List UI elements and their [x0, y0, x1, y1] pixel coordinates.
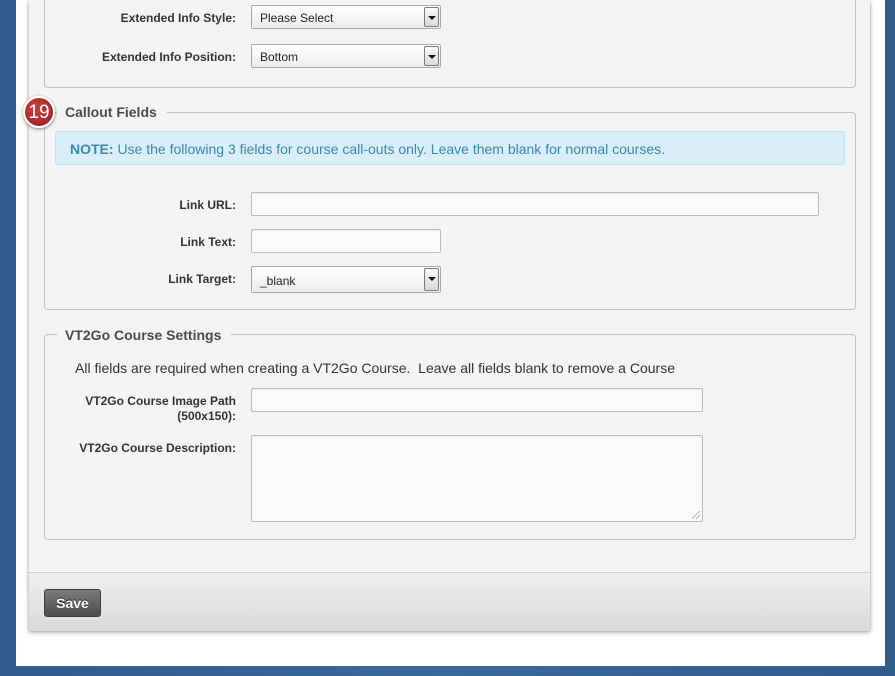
chevron-down-icon — [424, 46, 439, 66]
link-url-label: Link URL: — [179, 198, 236, 212]
vt2go-image-path-input[interactable] — [251, 388, 703, 412]
vt2go-image-path-label-line2: (500x150): — [177, 409, 236, 423]
link-target-label: Link Target: — [168, 272, 236, 286]
extended-info-style-value: Please Select — [260, 11, 334, 25]
step-number-badge: 19 — [23, 96, 55, 128]
link-text-label: Link Text: — [180, 235, 236, 249]
chevron-down-icon — [424, 7, 439, 27]
link-url-input[interactable] — [251, 192, 819, 216]
link-text-input[interactable] — [251, 229, 441, 253]
note-prefix: NOTE: — [70, 141, 114, 157]
callout-note: NOTE: Use the following 3 fields for cou… — [55, 131, 845, 165]
callout-legend: Callout Fields — [57, 104, 167, 120]
form-footer: Save — [29, 572, 870, 631]
save-button[interactable]: Save — [44, 589, 101, 617]
vt2go-info-text: All fields are required when creating a … — [75, 360, 675, 376]
extended-info-position-value: Bottom — [260, 50, 299, 64]
chevron-down-icon — [424, 268, 439, 291]
vt2go-image-path-label: VT2Go Course Image Path (500x150): — [60, 394, 236, 424]
link-target-value: _blank — [260, 274, 296, 288]
vt2go-description-textarea[interactable] — [251, 435, 703, 522]
vt2go-image-path-label-line1: VT2Go Course Image Path — [85, 394, 236, 408]
extended-info-position-label: Extended Info Position: — [102, 50, 236, 64]
extended-info-position-select[interactable]: Bottom — [251, 44, 441, 68]
extended-info-style-label: Extended Info Style: — [120, 11, 236, 25]
vt2go-legend: VT2Go Course Settings — [57, 327, 232, 343]
vt2go-description-label: VT2Go Course Description: — [79, 441, 236, 455]
note-text: Use the following 3 fields for course ca… — [113, 141, 666, 157]
link-target-select[interactable]: _blank — [251, 266, 441, 293]
extended-info-style-select[interactable]: Please Select — [251, 5, 441, 29]
resize-handle-icon[interactable] — [692, 511, 700, 519]
